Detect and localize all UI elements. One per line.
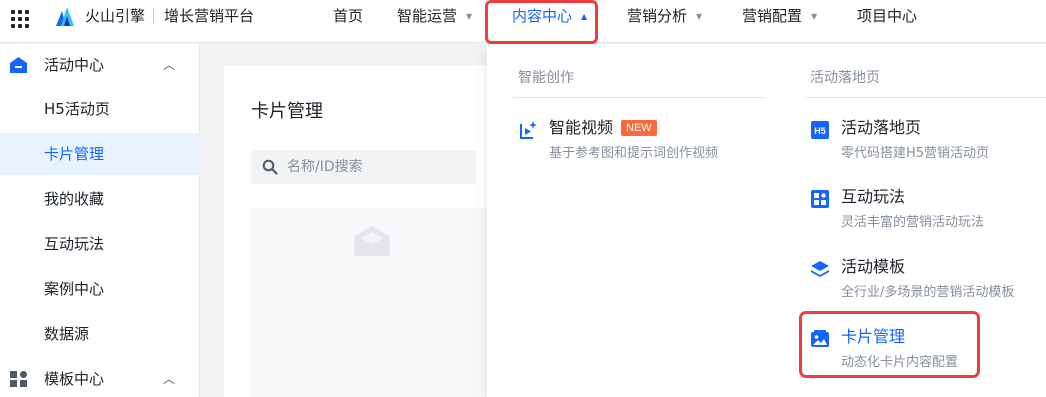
volcengine-logo bbox=[56, 7, 74, 26]
dropdown-item-desc: 基于参考图和提示词创作视频 bbox=[549, 146, 719, 161]
search-icon bbox=[262, 159, 278, 175]
dropdown-item-smart-video[interactable]: 智能视频 NEW 基于参考图和提示词创作视频 bbox=[518, 117, 748, 173]
chevron-down-icon: ▼ bbox=[466, 11, 473, 21]
sidebar-item-h5-activity[interactable]: H5活动页 bbox=[0, 88, 200, 130]
nav-home[interactable]: 首页 bbox=[333, 6, 363, 26]
search-box bbox=[251, 150, 476, 184]
video-icon bbox=[520, 121, 537, 139]
platform-name: 增长营销平台 bbox=[164, 7, 255, 25]
section-divider bbox=[805, 97, 1046, 98]
nav-project-center-label: 项目中心 bbox=[857, 7, 918, 25]
nav-marketing-analysis[interactable]: 营销分析 ▼ bbox=[627, 6, 702, 27]
search-input[interactable] bbox=[287, 150, 467, 184]
dropdown-item-title: 活动模板 bbox=[841, 257, 906, 276]
sidebar-group-template-center[interactable]: 模板中心 ︿ bbox=[0, 358, 200, 397]
nav-project-center[interactable]: 项目中心 bbox=[857, 6, 917, 26]
sidebar-item-favorites[interactable]: 我的收藏 bbox=[0, 178, 200, 220]
dropdown-item-desc: 零代码搭建H5营销活动页 bbox=[841, 146, 990, 161]
dropdown-item-interactive-play[interactable]: 互动玩法 灵活丰富的营销活动玩法 bbox=[810, 186, 1040, 242]
nav-marketing-config[interactable]: 营销配置 ▼ bbox=[742, 6, 817, 27]
empty-state-icon bbox=[354, 226, 390, 256]
new-badge: NEW bbox=[621, 120, 657, 136]
dropdown-item-title-text: 智能视频 bbox=[549, 118, 614, 137]
nav-smart-operation-label: 智能运营 bbox=[397, 7, 458, 25]
sidebar-item-case-center[interactable]: 案例中心 bbox=[0, 268, 200, 310]
nav-home-label: 首页 bbox=[333, 7, 364, 25]
dropdown-item-desc: 全行业/多场景的营销活动模板 bbox=[841, 285, 1015, 300]
chevron-down-icon: ▼ bbox=[696, 11, 703, 21]
sidebar-item-label: 我的收藏 bbox=[44, 190, 105, 208]
dropdown-item-title: 活动落地页 bbox=[841, 118, 922, 137]
nav-highlight-box bbox=[485, 0, 598, 44]
nav-marketing-config-label: 营销配置 bbox=[742, 7, 803, 25]
sidebar-group-activity-center[interactable]: 活动中心 ︿ bbox=[0, 44, 200, 84]
sidebar-item-label: 案例中心 bbox=[44, 280, 105, 298]
app-grid-icon[interactable] bbox=[11, 10, 31, 28]
template-icon bbox=[10, 371, 27, 387]
chevron-up-icon: ︿ bbox=[163, 58, 176, 72]
brand-name: 火山引擎 bbox=[85, 7, 146, 25]
brand-divider bbox=[153, 8, 154, 24]
page-title: 卡片管理 bbox=[251, 101, 323, 122]
chevron-up-icon: ︿ bbox=[163, 372, 176, 386]
sidebar-item-label: H5活动页 bbox=[44, 100, 110, 118]
main-content-card: 卡片管理 bbox=[224, 66, 524, 397]
sidebar-item-label: 互动玩法 bbox=[44, 235, 105, 253]
dropdown-item-landing-page[interactable]: H5 活动落地页 零代码搭建H5营销活动页 bbox=[810, 117, 1040, 173]
dropdown-item-title: 智能视频 NEW bbox=[549, 117, 657, 139]
dropdown-item-activity-template[interactable]: 活动模板 全行业/多场景的营销活动模板 bbox=[810, 256, 1040, 312]
sidebar-item-interactive-play[interactable]: 互动玩法 bbox=[0, 223, 200, 265]
interactive-icon bbox=[811, 190, 829, 208]
sidebar: 活动中心 ︿ H5活动页 卡片管理 我的收藏 互动玩法 案例中心 数据源 模板中… bbox=[0, 44, 200, 397]
sidebar-item-card-management[interactable]: 卡片管理 bbox=[0, 133, 200, 175]
section-divider bbox=[513, 97, 765, 98]
chevron-down-icon: ▼ bbox=[811, 11, 818, 21]
dropdown-item-desc: 灵活丰富的营销活动玩法 bbox=[841, 215, 985, 230]
sidebar-group-label: 模板中心 bbox=[44, 370, 105, 388]
sidebar-item-label: 卡片管理 bbox=[44, 145, 105, 163]
svg-text:H5: H5 bbox=[814, 126, 826, 136]
card-management-highlight-box bbox=[799, 311, 980, 378]
h5-icon: H5 bbox=[811, 121, 829, 139]
sidebar-item-label: 数据源 bbox=[44, 325, 90, 343]
layers-icon bbox=[811, 261, 829, 277]
sidebar-group-label: 活动中心 bbox=[44, 56, 105, 74]
sidebar-item-data-source[interactable]: 数据源 bbox=[0, 313, 200, 355]
home-icon bbox=[10, 57, 27, 73]
dropdown-item-title: 互动玩法 bbox=[841, 187, 906, 206]
nav-smart-operation[interactable]: 智能运营 ▼ bbox=[397, 6, 472, 27]
nav-marketing-analysis-label: 营销分析 bbox=[627, 7, 688, 25]
dropdown-section-title: 活动落地页 bbox=[810, 70, 880, 86]
dropdown-section-title: 智能创作 bbox=[518, 70, 574, 86]
